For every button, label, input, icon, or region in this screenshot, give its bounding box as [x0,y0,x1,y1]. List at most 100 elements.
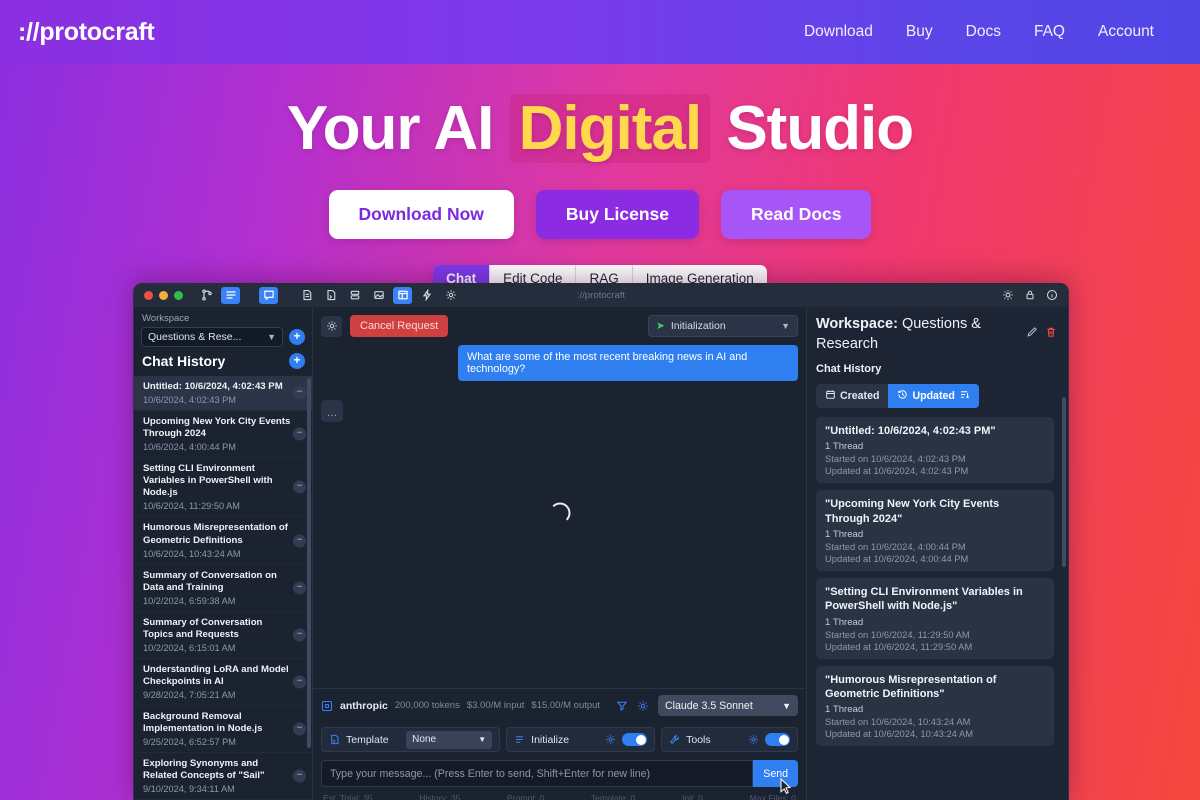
chat-panel: Cancel Request ➤ Initialization ▼ What a… [313,307,806,800]
filter-icon[interactable] [616,700,628,712]
nav-link-account[interactable]: Account [1098,23,1154,41]
image-file-icon[interactable] [321,287,340,304]
lock-icon[interactable] [1020,287,1039,304]
list-item[interactable]: Upcoming New York City Events Through 20… [134,411,312,459]
status-prompt: Prompt: 0 [506,793,545,800]
list-item[interactable]: Setting CLI Environment Variables in Pow… [134,458,312,518]
workspace-card-started: Started on 10/6/2024, 4:02:43 PM [825,453,966,465]
brightness-icon[interactable] [998,287,1017,304]
model-settings-gear-icon[interactable] [637,700,649,712]
workspace-scrollbar[interactable] [1062,397,1066,567]
initialize-toggle[interactable] [622,733,648,746]
panel-layout-icon[interactable] [393,286,412,304]
chat-history-list[interactable]: Untitled: 10/6/2024, 4:02:43 PM 10/6/202… [134,376,312,800]
list-item[interactable]: Humorous Misrepresentation of Geometric … [134,517,312,565]
initialization-selector[interactable]: ➤ Initialization ▼ [648,315,798,337]
message-input[interactable] [321,760,754,787]
title-part-1: Your AI [286,94,495,163]
chat-item-date: 10/2/2024, 6:15:01 AM [143,642,236,653]
download-now-button[interactable]: Download Now [328,190,514,240]
list-item[interactable]: "Setting CLI Environment Variables in Po… [816,578,1054,659]
list-item[interactable]: Summary of Conversation Topics and Reque… [134,612,312,659]
delete-trash-icon[interactable] [1045,326,1057,338]
list-item[interactable]: Understanding LoRA and Model Checkpoints… [134,659,312,707]
model-selector[interactable]: Claude 3.5 Sonnet ▼ [658,695,798,716]
gear-icon[interactable] [441,287,460,304]
picture-icon[interactable] [369,287,388,304]
send-button[interactable]: Send [753,760,798,787]
chat-history-header: Chat History + [134,353,312,376]
database-icon[interactable] [345,287,364,304]
chat-item-date: 9/25/2024, 6:52:57 PM [143,737,236,748]
tools-control: Tools [661,727,798,752]
initialize-gear-icon[interactable] [605,734,616,745]
chevron-down-icon: ▼ [782,700,791,711]
tools-toggle[interactable] [765,733,790,746]
list-item[interactable]: "Humorous Misrepresentation of Geometric… [816,665,1054,747]
collapse-icon[interactable]: − [293,722,306,736]
collapse-icon[interactable]: − [293,675,306,689]
sidebar-scrollbar[interactable] [307,378,311,748]
chat-toolbar: Cancel Request ➤ Initialization ▼ [313,307,806,337]
lightning-icon[interactable] [417,287,436,304]
message-area: What are some of the most recent breakin… [313,337,806,688]
read-docs-button[interactable]: Read Docs [721,190,872,240]
tools-gear-icon[interactable] [748,734,759,745]
list-item[interactable]: Summary of Conversation on Data and Trai… [134,565,312,612]
model-input-price: $3.00/M input [466,700,525,711]
list-item[interactable]: "Upcoming New York City Events Through 2… [816,490,1054,572]
cancel-request-button[interactable]: Cancel Request [350,315,449,337]
close-window-button[interactable] [144,290,153,300]
chat-icon[interactable] [259,286,278,304]
buy-license-button[interactable]: Buy License [535,190,700,240]
edit-pencil-icon[interactable] [1026,326,1038,338]
collapse-icon[interactable]: − [293,386,306,400]
list-item[interactable]: Background Removal Implementation in Nod… [134,706,312,754]
workspace-selected-value: Questions & Rese... [148,331,242,343]
add-chat-button[interactable]: + [289,353,305,369]
page-title: Your AI Digital Studio [0,94,1200,163]
collapse-icon[interactable]: − [293,581,306,595]
info-icon[interactable] [1042,287,1061,304]
status-est-total: Est. Total: 35 [323,793,373,800]
model-selected-value: Claude 3.5 Sonnet [665,699,753,712]
app-window: ://protocraft Workspace Questions & Rese… [133,283,1069,800]
collapse-icon[interactable]: − [293,534,306,548]
collapse-icon[interactable]: − [293,427,306,441]
collapse-icon[interactable]: − [293,769,306,783]
add-workspace-button[interactable]: + [289,329,305,345]
message-options-icon[interactable]: … [321,400,343,422]
status-history: History: 35 [419,793,461,800]
sort-by-updated-button[interactable]: Updated [888,384,979,409]
nav-link-faq[interactable]: FAQ [1034,23,1065,41]
sort-direction-icon[interactable] [959,389,970,403]
list-view-icon[interactable] [221,286,240,304]
chat-item-date: 10/6/2024, 4:00:44 PM [143,442,236,453]
history-clock-icon [897,389,908,403]
workspace-card-list[interactable]: "Untitled: 10/6/2024, 4:02:43 PM" 1 Thre… [816,417,1060,800]
maximize-window-button[interactable] [174,290,183,300]
git-branch-icon[interactable] [197,287,216,304]
nav-link-buy[interactable]: Buy [906,23,933,41]
collapse-icon[interactable]: − [293,628,306,642]
chat-item-title: Humorous Misrepresentation of Geometric … [143,522,288,546]
brand-logo[interactable]: ://protocraft [18,18,155,47]
nav-link-docs[interactable]: Docs [966,23,1001,41]
initialize-label: Initialize [531,733,570,746]
workspace-selector[interactable]: Questions & Rese... ▼ [141,327,283,347]
chat-settings-gear-icon[interactable] [321,315,342,337]
list-item[interactable]: Exploring Synonyms and Related Concepts … [134,753,312,800]
nav-link-download[interactable]: Download [804,23,873,41]
minimize-window-button[interactable] [159,290,168,300]
template-selector[interactable]: None ▼ [406,730,493,749]
collapse-icon[interactable]: − [293,480,306,494]
list-item[interactable]: Untitled: 10/6/2024, 4:02:43 PM 10/6/202… [134,376,312,412]
sort-by-created-button[interactable]: Created [816,384,889,409]
list-item[interactable]: "Untitled: 10/6/2024, 4:02:43 PM" 1 Thre… [816,417,1054,484]
workspace-actions [1026,326,1057,338]
workspace-card-started: Started on 10/6/2024, 4:00:44 PM [825,541,966,553]
hero-section: Your AI Digital Studio Download Now Buy … [0,64,1200,293]
workspace-chat-history-label: Chat History [816,363,882,376]
document-icon[interactable] [297,287,316,304]
chat-controls-row: Template None ▼ Initialize Tools [313,722,806,757]
